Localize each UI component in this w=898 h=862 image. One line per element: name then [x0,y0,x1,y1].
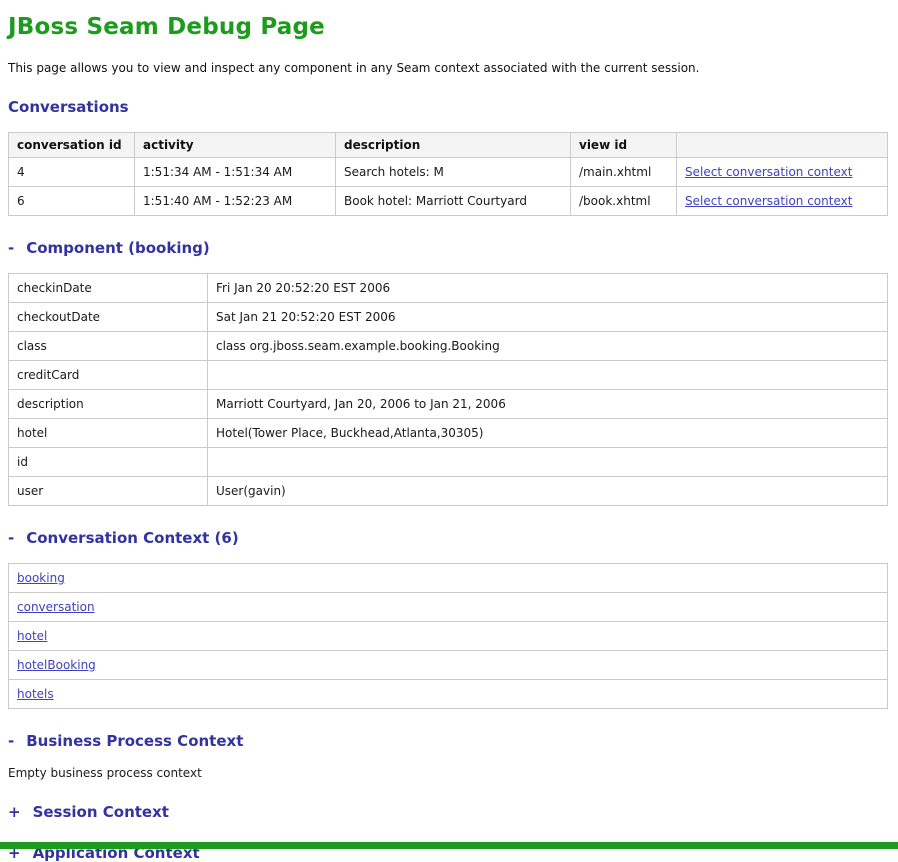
context-item-cell: hotels [9,680,888,709]
conversations-heading: Conversations [8,98,888,116]
context-item-link[interactable]: conversation [17,600,95,614]
select-conversation-context-link[interactable]: Select conversation context [685,194,852,208]
collapse-toggle-icon[interactable]: - [8,732,14,750]
property-name-cell: id [9,448,208,477]
property-value-cell: User(gavin) [208,477,888,506]
business-process-context-section-heading[interactable]: -Business Process Context [8,732,888,750]
component-heading-label: Component (booking) [26,239,210,257]
conversation-context-section-heading[interactable]: -Conversation Context (6) [8,529,888,547]
component-properties-table: checkinDate Fri Jan 20 20:52:20 EST 2006… [8,273,888,506]
context-item-cell: conversation [9,593,888,622]
view-id-cell: /main.xhtml [571,158,677,187]
context-item-row: hotel [9,622,888,651]
context-item-row: hotelBooking [9,651,888,680]
col-header-view-id: view id [571,133,677,158]
conversations-header-row: conversation id activity description vie… [9,133,888,158]
property-value-cell [208,448,888,477]
activity-cell: 1:51:40 AM - 1:52:23 AM [135,187,336,216]
intro-text: This page allows you to view and inspect… [8,61,888,75]
context-item-row: booking [9,564,888,593]
property-name-cell: class [9,332,208,361]
context-item-cell: hotel [9,622,888,651]
conversation-id-cell: 6 [9,187,135,216]
conversation-row: 6 1:51:40 AM - 1:52:23 AM Book hotel: Ma… [9,187,888,216]
context-item-link[interactable]: hotel [17,629,47,643]
property-name-cell: description [9,390,208,419]
context-item-cell: hotelBooking [9,651,888,680]
property-row: hotel Hotel(Tower Place, Buckhead,Atlant… [9,419,888,448]
context-item-cell: booking [9,564,888,593]
context-item-row: hotels [9,680,888,709]
expand-toggle-icon[interactable]: + [8,803,21,821]
action-cell: Select conversation context [677,158,888,187]
collapse-toggle-icon[interactable]: - [8,529,14,547]
property-row: checkoutDate Sat Jan 21 20:52:20 EST 200… [9,303,888,332]
property-name-cell: user [9,477,208,506]
session-context-heading-label: Session Context [33,803,169,821]
activity-cell: 1:51:34 AM - 1:51:34 AM [135,158,336,187]
view-id-cell: /book.xhtml [571,187,677,216]
select-conversation-context-link[interactable]: Select conversation context [685,165,852,179]
session-context-section-heading[interactable]: + Session Context [8,803,888,821]
context-item-link[interactable]: hotels [17,687,54,701]
property-row: description Marriott Courtyard, Jan 20, … [9,390,888,419]
footer-bar [0,842,898,849]
col-header-description: description [336,133,571,158]
property-value-cell: Fri Jan 20 20:52:20 EST 2006 [208,274,888,303]
property-value-cell: class org.jboss.seam.example.booking.Boo… [208,332,888,361]
conversation-context-heading-label: Conversation Context (6) [26,529,238,547]
property-name-cell: checkinDate [9,274,208,303]
property-row: checkinDate Fri Jan 20 20:52:20 EST 2006 [9,274,888,303]
component-section-heading[interactable]: -Component (booking) [8,239,888,257]
page-title: JBoss Seam Debug Page [8,14,888,40]
col-header-conversation-id: conversation id [9,133,135,158]
property-name-cell: creditCard [9,361,208,390]
property-row: class class org.jboss.seam.example.booki… [9,332,888,361]
property-name-cell: checkoutDate [9,303,208,332]
property-row: id [9,448,888,477]
business-process-context-heading-label: Business Process Context [26,732,243,750]
col-header-actions [677,133,888,158]
collapse-toggle-icon[interactable]: - [8,239,14,257]
property-row: user User(gavin) [9,477,888,506]
empty-business-process-text: Empty business process context [8,766,888,780]
conversation-id-cell: 4 [9,158,135,187]
context-item-link[interactable]: booking [17,571,65,585]
property-value-cell: Sat Jan 21 20:52:20 EST 2006 [208,303,888,332]
action-cell: Select conversation context [677,187,888,216]
property-name-cell: hotel [9,419,208,448]
context-item-link[interactable]: hotelBooking [17,658,96,672]
property-value-cell: Hotel(Tower Place, Buckhead,Atlanta,3030… [208,419,888,448]
description-cell: Search hotels: M [336,158,571,187]
conversations-table: conversation id activity description vie… [8,132,888,216]
description-cell: Book hotel: Marriott Courtyard [336,187,571,216]
property-row: creditCard [9,361,888,390]
col-header-activity: activity [135,133,336,158]
property-value-cell [208,361,888,390]
conversation-context-table: booking conversation hotel hotelBooking [8,563,888,709]
seam-debug-page: JBoss Seam Debug Page This page allows y… [0,0,898,862]
context-item-row: conversation [9,593,888,622]
conversation-row: 4 1:51:34 AM - 1:51:34 AM Search hotels:… [9,158,888,187]
property-value-cell: Marriott Courtyard, Jan 20, 2006 to Jan … [208,390,888,419]
